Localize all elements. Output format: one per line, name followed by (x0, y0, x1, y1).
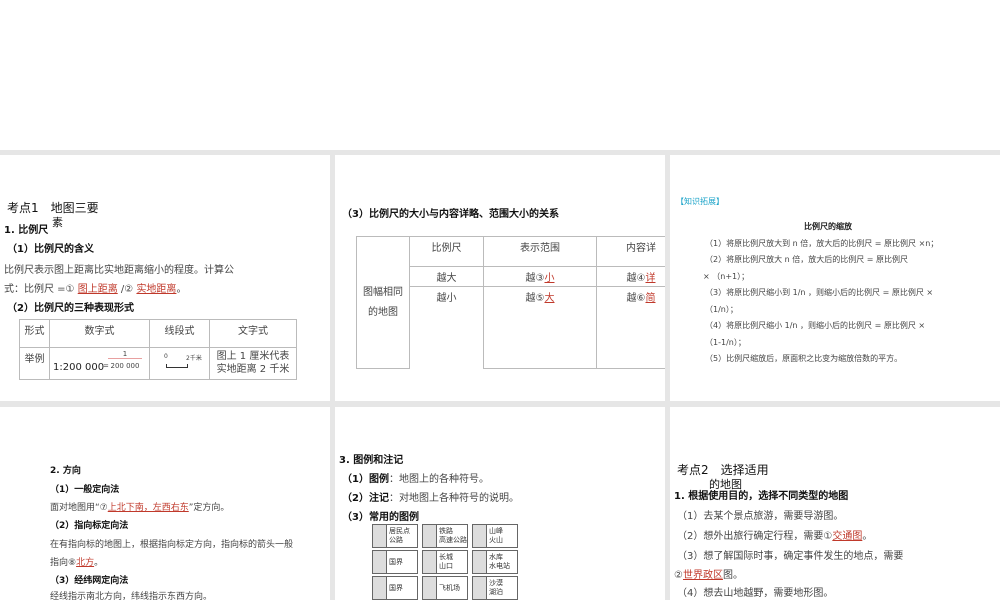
text: 在有指向标的地图上，根据指向标定方向，指向标的箭头一般 (50, 540, 294, 550)
slide-scale: 考点1 地图三要 素 1. 比例尺 （1）比例尺的含义 比例尺表示图上距离比实地… (0, 155, 330, 401)
extension-tag: 【知识拓展】 (676, 197, 724, 206)
legend-symbol: 飞机场 (422, 576, 468, 600)
text: （1）将原比例尺放大到 n 倍，放大后的比例尺 = 原比例尺 ×n； (705, 239, 939, 248)
text: （1）去某个景点旅游，需要导游图。 (677, 511, 844, 522)
legend-symbol: 水库 水电站 (472, 550, 518, 574)
slide-direction: 2. 方向 （1）一般定向法 面对地图用“⑦上北下南，左西右东”定方向。 （2）… (0, 407, 330, 600)
heading: （1）比例尺的含义 (7, 244, 94, 255)
heading: （2）比例尺的三种表现形式 (7, 303, 134, 314)
text: 经线指示南北方向，纬线指示东西方向。 (50, 592, 213, 600)
text: 指向⑧北方。 (50, 558, 104, 568)
text: ②世界政区图。 (674, 570, 743, 581)
scale-forms-table: 形式 数字式 线段式 文字式 举例 1:200 000 = 1 200 000 0 2千米 图… (19, 319, 297, 380)
heading: 3. 图例和注记 (339, 455, 404, 466)
heading: （1）一般定向法 (50, 485, 120, 495)
section-title-wrap: 素 (52, 216, 63, 229)
heading: 1. 根据使用目的，选择不同类型的地图 (674, 491, 849, 502)
text: （3）将原比例尺缩小到 1/n ，则缩小后的比例尺 = 原比例尺 × (705, 288, 934, 297)
legend-symbol: 居民点 公路 (372, 524, 418, 548)
text: 式：比例尺 =① 图上距离 /② 实地距离。 (4, 284, 187, 295)
text: （1-1/n）； (705, 338, 746, 347)
text: 比例尺表示图上距离比实地距离缩小的程度。计算公 (4, 265, 234, 276)
heading: （2）指向标定向法 (50, 521, 129, 531)
legend-symbol: 铁路 高速公路 (422, 524, 468, 548)
slide-scale-relation: （3）比例尺的大小与内容详略、范围大小的关系 图幅相同的地图 比例尺 表示范围 内容详… (335, 155, 665, 401)
text: （2）想外出旅行确定行程，需要①交通图。 (677, 531, 873, 542)
text: （4）想去山地越野，需要地形图。 (677, 588, 834, 599)
legend-symbol: 长城 山口 (422, 550, 468, 574)
text: × （n+1）； (703, 272, 750, 281)
heading: 1. 比例尺 (4, 225, 49, 236)
slide-knowledge-extension: 【知识拓展】 比例尺的缩放 （1）将原比例尺放大到 n 倍，放大后的比例尺 = … (670, 155, 1000, 401)
text: （5）比例尺缩放后，原面积之比变为缩放倍数的平方。 (705, 354, 903, 363)
scale-bar (166, 364, 188, 368)
text: （1）图例：地图上的各种符号。 (342, 474, 489, 485)
text: （4）将原比例尺缩小 1/n ，则缩小后的比例尺 = 原比例尺 × (705, 321, 926, 330)
text: （2）将原比例尺放大 n 倍，放大后的比例尺 = 原比例尺 (705, 255, 909, 264)
legend-symbol: 沙漠 湖泊 (472, 576, 518, 600)
scale-relation-table: 图幅相同的地图 比例尺 表示范围 内容详 越大 越③小 越④详 越小 越⑤大 越⑥简 (356, 236, 665, 369)
heading: （3）常用的图例 (342, 512, 419, 523)
heading: 2. 方向 (50, 466, 81, 476)
heading: （3）比例尺的大小与内容详略、范围大小的关系 (342, 209, 559, 220)
text: （3）想了解国际时事，确定事件发生的地点，需要 (677, 551, 904, 562)
legend-symbol: 国界 (372, 576, 418, 600)
heading: （3）经纬网定向法 (50, 576, 129, 586)
legend-symbol: 山峰 火山 (472, 524, 518, 548)
text: （2）注记：对地图上各种符号的说明。 (342, 493, 519, 504)
legend-symbol: 国界 (372, 550, 418, 574)
heading: 比例尺的缩放 (804, 222, 852, 231)
slide-choose-map: 考点2 选择适用 的地图 1. 根据使用目的，选择不同类型的地图 （1）去某个景… (670, 407, 1000, 600)
slide-legend: 3. 图例和注记 （1）图例：地图上的各种符号。 （2）注记：对地图上各种符号的… (335, 407, 665, 600)
text: （1/n）； (705, 305, 738, 314)
text: 面对地图用“⑦上北下南，左西右东”定方向。 (50, 503, 230, 513)
